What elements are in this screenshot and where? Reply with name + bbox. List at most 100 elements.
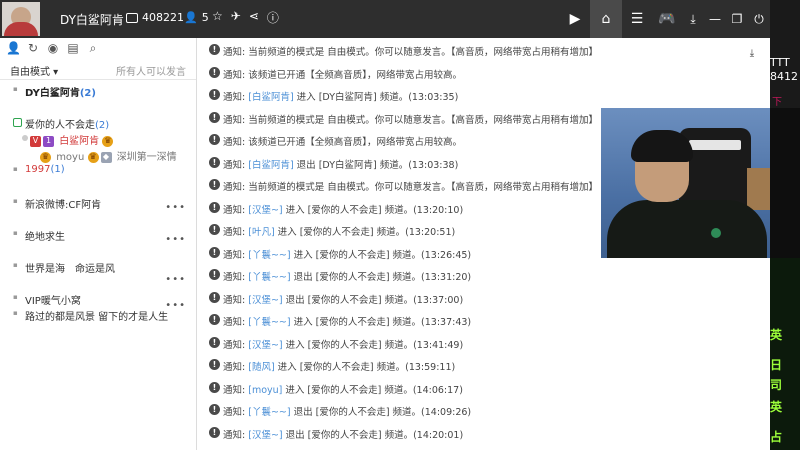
- notice-icon: !: [209, 381, 220, 393]
- message-prefix: 通知:: [223, 407, 246, 418]
- channel-main[interactable]: ▪ DY白鲨阿肯(2): [0, 82, 196, 99]
- title-actions: ☆ ✈ ⋖ ⓘ: [212, 9, 279, 26]
- user-link[interactable]: [丫鬟~~]: [248, 250, 290, 261]
- user-link[interactable]: [moyu]: [248, 385, 282, 396]
- user-link[interactable]: [汉堡~]: [248, 340, 282, 351]
- message-prefix: 通知:: [223, 114, 246, 126]
- user-link[interactable]: [丫鬟~~]: [248, 407, 290, 418]
- message-body: 进入 [爱你的人不会走] 频道。(13:20:10): [282, 204, 464, 216]
- stream-edge-overlay: TTT 8412 下 英 日 司 英 占: [770, 0, 800, 450]
- message-text: 通知: [汉堡~] 进入 [爱你的人不会走] 频道。(13:41:49): [223, 337, 463, 351]
- channel-pubg[interactable]: ▪ 绝地求生 •••: [0, 226, 196, 245]
- message-text: 通知: [丫鬟~~] 进入 [爱你的人不会走] 频道。(13:26:45): [223, 247, 471, 261]
- message-body: 进入 [爱你的人不会走] 频道。(14:06:17): [282, 384, 463, 396]
- webcam-overlay: [601, 108, 770, 258]
- user-link[interactable]: [汉堡~]: [248, 430, 282, 441]
- level-badge: 1: [43, 135, 54, 147]
- gamepad-icon[interactable]: 🎮: [652, 0, 682, 38]
- search-icon[interactable]: ⌕: [86, 41, 100, 56]
- message-row: ! 通知: [汉堡~] 退出 [爱你的人不会走] 频道。(14:20:01): [197, 423, 770, 446]
- more-icon[interactable]: •••: [165, 300, 186, 311]
- message-text: 通知: 当前频道的模式是 自由模式。你可以随意发言。【高音质，网络带宽占用稍有增…: [223, 179, 598, 193]
- id-icon: [126, 12, 138, 23]
- list-icon[interactable]: ☰: [622, 0, 652, 38]
- crown-icon: ♛: [102, 135, 114, 147]
- user-link[interactable]: [叶凡]: [248, 227, 274, 238]
- scroll-down-icon[interactable]: ⤓: [746, 48, 758, 62]
- message-row: ! 通知: [moyu] 进入 [爱你的人不会走] 频道。(14:06:17): [197, 378, 770, 401]
- message-row: ! 通知: [汉堡~] 退出 [爱你的人不会走] 频道。(13:37:00): [197, 288, 770, 311]
- more-icon[interactable]: •••: [165, 274, 186, 285]
- user-row-moyu[interactable]: ♛ moyu ♛ ◆ 深圳第一深情: [0, 146, 196, 163]
- note-icon[interactable]: ▤: [66, 41, 80, 55]
- message-body: 退出 [爱你的人不会走] 频道。(13:31:20): [290, 272, 472, 283]
- message-body: 进入 [爱你的人不会走] 频道。(13:59:11): [274, 362, 456, 373]
- location-icon[interactable]: ◉: [46, 41, 60, 55]
- spacer: •••: [0, 274, 196, 290]
- channel-bowen[interactable]: ▪ 新浪微博:CF阿肯 •••: [0, 194, 196, 213]
- home-icon[interactable]: ⌂: [590, 0, 622, 38]
- message-prefix: 通知:: [223, 272, 246, 283]
- vip-badge: V: [30, 135, 41, 147]
- mode-select[interactable]: 自由模式 ▾: [10, 63, 58, 78]
- message-text: 通知: 该频道已开通【全频高音质】，网络带宽占用较高。: [223, 67, 462, 81]
- message-text: 通知: [叶凡] 进入 [爱你的人不会走] 频道。(13:20:51): [223, 224, 455, 238]
- message-body: 当前频道的模式是 自由模式。你可以随意发言。【高音质，网络带宽占用稍有增加】: [248, 114, 599, 126]
- message-body: 当前频道的模式是 自由模式。你可以随意发言。【高音质，网络带宽占用稍有增加】: [248, 182, 599, 193]
- user-row-shark[interactable]: V1 白鲨阿肯 ♛: [0, 130, 196, 147]
- message-body: 进入 [爱你的人不会走] 频道。(13:37:43): [290, 317, 472, 328]
- channel-tree: ▪ DY白鲨阿肯(2) 爱你的人不会走(2) V1 白鲨阿肯 ♛ ♛ moyu: [0, 80, 196, 323]
- channel-1997[interactable]: ▪ 1997(1): [0, 162, 196, 178]
- video-icon[interactable]: ▶: [560, 0, 590, 38]
- notice-icon: !: [209, 156, 220, 168]
- message-text: 通知: [moyu] 进入 [爱你的人不会走] 频道。(14:06:17): [223, 382, 463, 396]
- overlay-text: 英: [770, 400, 783, 414]
- channel-path[interactable]: ▪ 路过的都是风景 留下的才是人生 •••: [0, 300, 196, 323]
- channel-sea[interactable]: ▪ 世界是海 命运是风: [0, 258, 196, 275]
- star-icon[interactable]: ☆: [212, 9, 223, 26]
- message-prefix: 通知:: [223, 182, 246, 193]
- download-icon[interactable]: ⤓: [682, 0, 704, 38]
- power-icon[interactable]: ⏻: [748, 0, 770, 38]
- user-link[interactable]: [汉堡~]: [248, 295, 282, 306]
- plane-icon[interactable]: ✈: [231, 9, 241, 26]
- channel-love[interactable]: 爱你的人不会走(2): [0, 114, 196, 131]
- message-body: 该频道已开通【全频高音质】，网络带宽占用较高。: [248, 137, 462, 148]
- share-icon[interactable]: ⋖: [249, 9, 259, 26]
- message-text: 通知: [丫鬟~~] 退出 [爱你的人不会走] 频道。(14:09:26): [223, 404, 471, 418]
- message-body: 进入 [爱你的人不会走] 频道。(13:41:49): [282, 339, 464, 351]
- avatar[interactable]: [2, 2, 40, 36]
- overlay-text: 司: [770, 378, 783, 392]
- user-link[interactable]: [白鲨阿肯]: [248, 160, 293, 171]
- user-link[interactable]: [白鲨阿肯]: [248, 92, 293, 103]
- info-icon[interactable]: ⓘ: [267, 9, 279, 26]
- notice-icon: !: [209, 89, 220, 100]
- overlay-text: 英: [770, 328, 783, 342]
- channel-id: 408221: [126, 11, 184, 24]
- message-text: 通知: [随风] 进入 [爱你的人不会走] 频道。(13:59:11): [223, 359, 455, 373]
- message-prefix: 通知:: [223, 47, 246, 58]
- user-link[interactable]: [丫鬟~~]: [248, 272, 290, 283]
- crown-icon: ♛: [87, 151, 99, 163]
- overlay-text: 日: [770, 358, 783, 372]
- notice-icon: !: [209, 111, 220, 123]
- user-link[interactable]: [随风]: [248, 362, 274, 373]
- message-text: 通知: [白鲨阿肯] 进入 [DY白鲨阿肯] 频道。(13:03:35): [223, 89, 458, 103]
- refresh-icon[interactable]: ↻: [26, 41, 40, 55]
- minimize-icon[interactable]: —: [704, 0, 726, 38]
- user-link[interactable]: [丫鬟~~]: [248, 317, 290, 328]
- notice-icon: !: [209, 314, 220, 325]
- message-prefix: 通知:: [223, 137, 246, 148]
- mode-row: 自由模式 ▾ 所有人可以发言: [0, 58, 196, 80]
- notice-icon: !: [209, 426, 220, 438]
- restore-icon[interactable]: ❐: [726, 0, 748, 38]
- mode-hint: 所有人可以发言: [116, 67, 186, 78]
- signal-icon: ▪: [13, 293, 18, 301]
- user-icon[interactable]: 👤: [6, 41, 21, 55]
- user-link[interactable]: [汉堡~]: [248, 205, 282, 216]
- message-body: 进入 [爱你的人不会走] 频道。(13:26:45): [290, 249, 472, 261]
- signal-icon: ▪: [13, 85, 18, 93]
